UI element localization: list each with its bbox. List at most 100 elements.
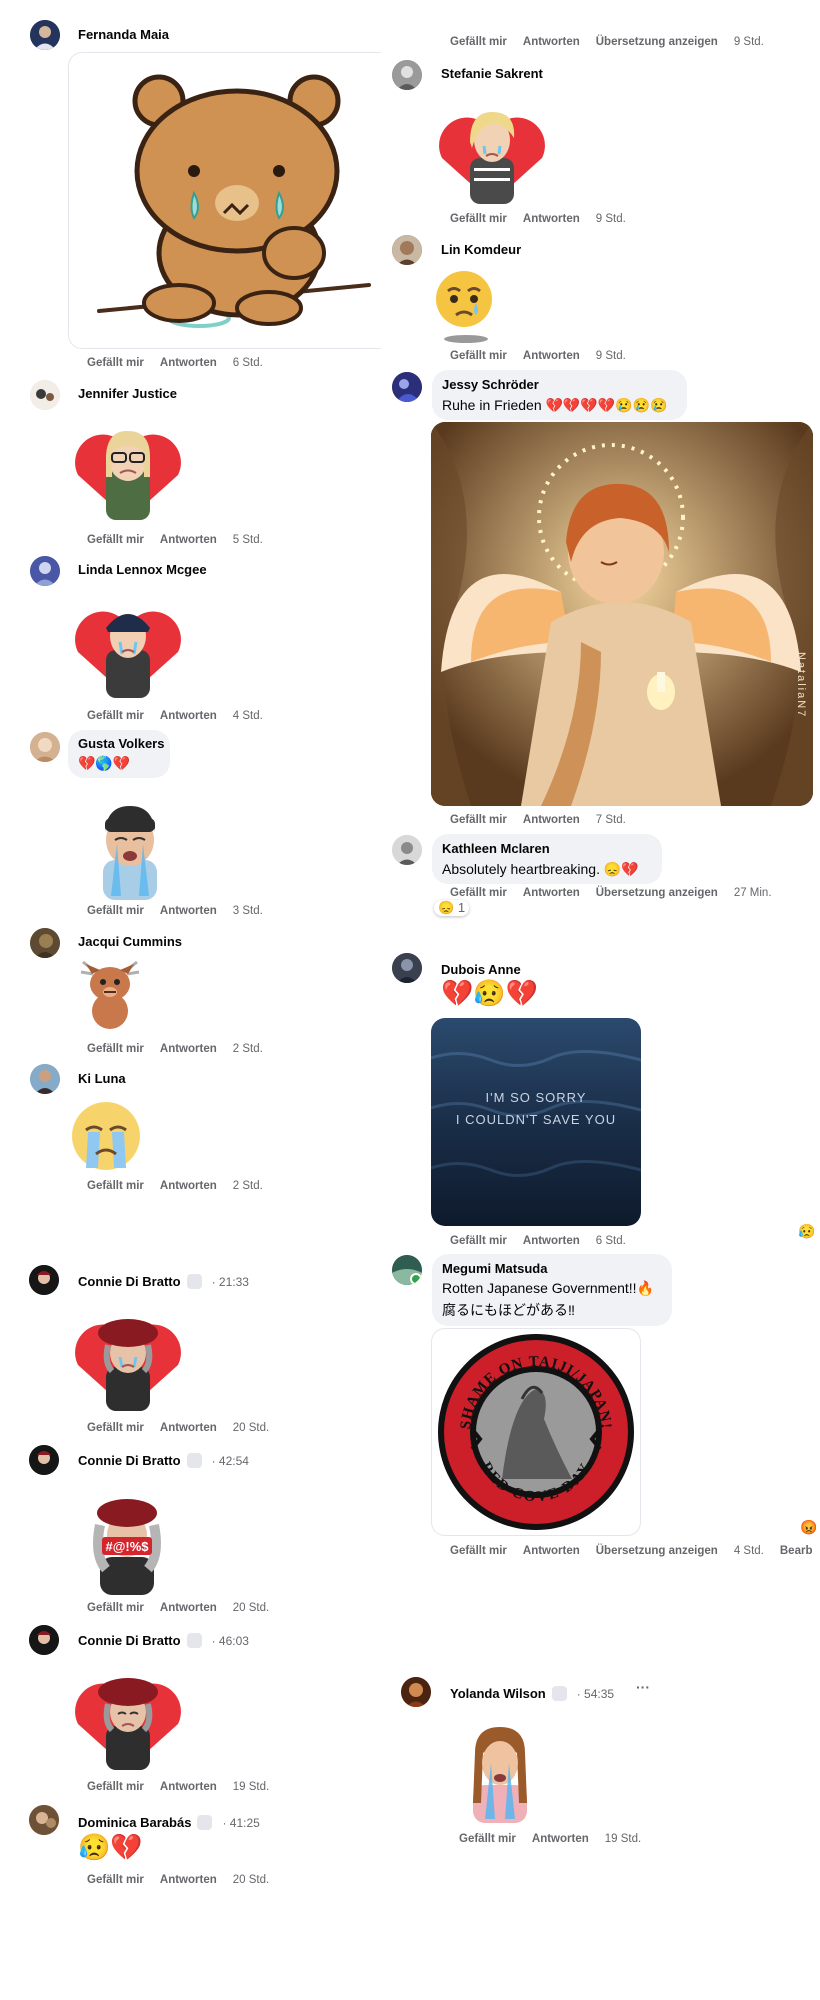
red-cove-day-logo: SHAME ON TAIJI/JAPAN! RED COVE DAY: [438, 1334, 634, 1530]
reply-button[interactable]: Antworten: [160, 710, 217, 722]
avatar-image: [392, 835, 422, 865]
reply-button[interactable]: Antworten: [160, 905, 217, 917]
crying-avatar-sticker: [103, 806, 157, 900]
like-button[interactable]: Gefällt mir: [87, 1602, 144, 1614]
info-badge-icon: [551, 1686, 567, 1701]
reply-button[interactable]: Antworten: [160, 1781, 217, 1793]
like-button[interactable]: Gefällt mir: [87, 1180, 144, 1192]
commenter-name[interactable]: Connie Di Bratto · 42:54: [78, 1453, 249, 1468]
commenter-name[interactable]: Connie Di Bratto · 21:33: [78, 1274, 249, 1289]
avatar[interactable]: [30, 1064, 60, 1094]
avatar[interactable]: [30, 380, 60, 410]
commenter-name[interactable]: Dubois Anne: [441, 962, 521, 977]
avatar[interactable]: [30, 732, 60, 762]
like-button[interactable]: Gefällt mir: [87, 1781, 144, 1793]
more-options-icon[interactable]: ···: [636, 1679, 650, 1695]
commenter-name[interactable]: Ki Luna: [78, 1071, 126, 1086]
avatar[interactable]: [29, 1265, 59, 1295]
commenter-name[interactable]: Yolanda Wilson · 54:35: [450, 1686, 614, 1701]
comment-bubble: Jessy Schröder Ruhe in Frieden 💔💔💔💔😢😢😢: [432, 370, 687, 420]
avatar[interactable]: [29, 1625, 59, 1655]
comment-time: 9 Std.: [733, 36, 764, 48]
avatar[interactable]: [392, 1255, 422, 1285]
reply-button[interactable]: Antworten: [160, 1180, 217, 1192]
commenter-name[interactable]: Lin Komdeur: [441, 242, 521, 257]
reply-button[interactable]: Antworten: [532, 1833, 589, 1845]
reply-button[interactable]: Antworten: [523, 1545, 580, 1557]
like-button[interactable]: Gefällt mir: [450, 1235, 507, 1247]
translate-button[interactable]: Übersetzung anzeigen: [596, 1545, 718, 1557]
comment-time: 2 Std.: [232, 1043, 263, 1055]
comment-actions: Gefällt mir Antworten 6 Std.: [450, 1235, 642, 1247]
avatar[interactable]: [392, 235, 422, 265]
reply-button[interactable]: Antworten: [160, 1602, 217, 1614]
like-button[interactable]: Gefällt mir: [87, 534, 144, 546]
avatar-heart-sticker: [75, 1319, 181, 1411]
reply-button[interactable]: Antworten: [523, 887, 580, 899]
like-button[interactable]: Gefällt mir: [87, 905, 144, 917]
reply-button[interactable]: Antworten: [523, 36, 580, 48]
commenter-name[interactable]: Kathleen Mclaren: [442, 841, 550, 856]
avatar[interactable]: [392, 953, 422, 983]
reply-button[interactable]: Antworten: [160, 534, 217, 546]
avatar[interactable]: [30, 556, 60, 586]
avatar[interactable]: [30, 20, 60, 50]
comment-image-angel[interactable]: NataliaN7: [431, 422, 813, 806]
comment-meta: · 42:54: [211, 1454, 249, 1468]
commenter-name[interactable]: Connie Di Bratto · 46:03: [78, 1633, 249, 1648]
like-button[interactable]: Gefällt mir: [450, 1545, 507, 1557]
translate-button[interactable]: Übersetzung anzeigen: [596, 36, 718, 48]
comment-bubble: Gusta Volkers 💔🌎💔: [68, 730, 170, 778]
commenter-name[interactable]: Gusta Volkers: [78, 736, 164, 751]
like-button[interactable]: Gefällt mir: [450, 350, 507, 362]
avatar[interactable]: [392, 372, 422, 402]
comment-actions: Gefällt mir Antworten 19 Std.: [87, 1781, 285, 1793]
commenter-name[interactable]: Jacqui Cummins: [78, 934, 182, 949]
like-button[interactable]: Gefällt mir: [450, 814, 507, 826]
angry-reaction-icon[interactable]: 😡: [800, 1519, 817, 1536]
translate-button[interactable]: Übersetzung anzeigen: [596, 887, 718, 899]
comment-image-sorry[interactable]: I'M SO SORRY I COULDN'T SAVE YOU: [431, 1018, 641, 1226]
like-button[interactable]: Gefällt mir: [87, 710, 144, 722]
comment-image-logo[interactable]: SHAME ON TAIJI/JAPAN! RED COVE DAY: [431, 1328, 641, 1536]
like-button[interactable]: Gefällt mir: [87, 357, 144, 369]
avatar[interactable]: [392, 835, 422, 865]
reply-button[interactable]: Antworten: [160, 1043, 217, 1055]
commenter-name[interactable]: Linda Lennox Mcgee: [78, 562, 207, 577]
reply-button[interactable]: Antworten: [160, 357, 217, 369]
like-button[interactable]: Gefällt mir: [87, 1874, 144, 1886]
commenter-name[interactable]: Dominica Barabás · 41:25: [78, 1815, 260, 1830]
commenter-name[interactable]: Jennifer Justice: [78, 386, 177, 401]
avatar[interactable]: [401, 1677, 431, 1707]
like-button[interactable]: Gefällt mir: [450, 887, 507, 899]
comment-time: 27 Min.: [733, 887, 772, 899]
avatar[interactable]: [392, 60, 422, 90]
avatar-heart-sticker: [75, 1678, 181, 1770]
comment-time: 6 Std.: [595, 1235, 626, 1247]
commenter-name[interactable]: Stefanie Sakrent: [441, 66, 543, 81]
reply-button[interactable]: Antworten: [160, 1422, 217, 1434]
reply-button[interactable]: Antworten: [523, 1235, 580, 1247]
reaction-count[interactable]: 😞 1: [434, 900, 470, 916]
reply-button[interactable]: Antworten: [523, 213, 580, 225]
like-button[interactable]: Gefällt mir: [450, 213, 507, 225]
reply-button[interactable]: Antworten: [523, 814, 580, 826]
reply-button[interactable]: Antworten: [160, 1874, 217, 1886]
commenter-name[interactable]: Megumi Matsuda: [442, 1261, 547, 1276]
like-button[interactable]: Gefällt mir: [87, 1043, 144, 1055]
comment-actions: Gefällt mir Antworten 5 Std.: [87, 534, 279, 546]
avatar[interactable]: [29, 1445, 59, 1475]
like-button[interactable]: Gefällt mir: [87, 1422, 144, 1434]
like-button[interactable]: Gefällt mir: [450, 36, 507, 48]
comment-meta: · 41:25: [222, 1816, 260, 1830]
sad-reaction-icon[interactable]: 😥: [798, 1223, 815, 1240]
avatar[interactable]: [29, 1805, 59, 1835]
commenter-name[interactable]: Jessy Schröder: [442, 377, 539, 392]
comment-sticker-bear[interactable]: [68, 52, 381, 349]
like-button[interactable]: Gefällt mir: [459, 1833, 516, 1845]
comment-actions: Gefällt mir Antworten 20 Std.: [87, 1874, 285, 1886]
reply-button[interactable]: Antworten: [523, 350, 580, 362]
edit-button[interactable]: Bearb: [780, 1545, 813, 1557]
commenter-name[interactable]: Fernanda Maia: [78, 27, 169, 42]
avatar[interactable]: [30, 928, 60, 958]
